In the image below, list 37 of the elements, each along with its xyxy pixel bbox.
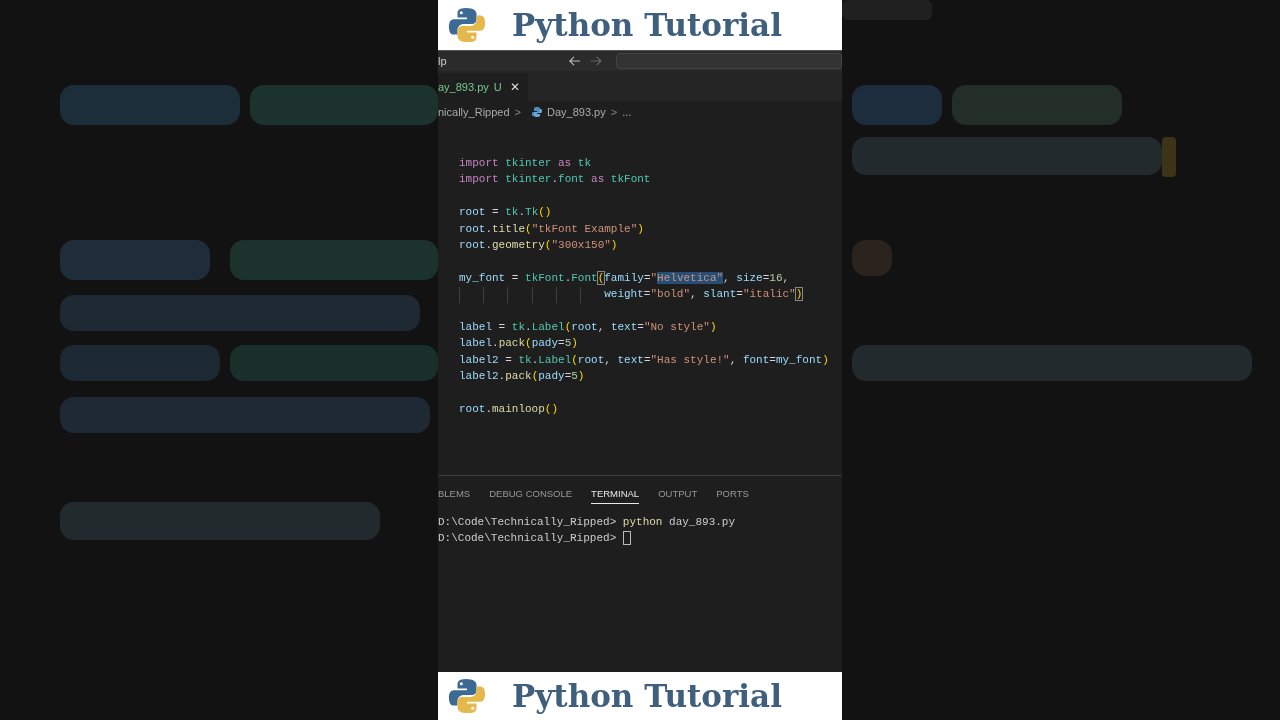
forward-arrow-icon[interactable]	[590, 56, 602, 66]
code-line: label = tk.Label(root, text="No style")	[459, 319, 717, 335]
python-logo-icon	[448, 677, 486, 715]
terminal-argument: day_893.py	[669, 516, 736, 529]
back-arrow-icon[interactable]	[568, 56, 581, 66]
code-line: root.title("tkFont Example")	[459, 221, 644, 237]
python-logo-icon	[448, 6, 486, 44]
code-line: label2.pack(pady=5)	[459, 369, 585, 385]
code-line: root.geometry("300x150")	[459, 237, 618, 253]
code-line: weight="bold", slant="italic")	[604, 287, 803, 303]
search-field[interactable]	[615, 53, 842, 69]
terminal-prompt: D:\Code\Technically_Ripped>	[438, 531, 617, 544]
menu-item[interactable]: lp	[438, 55, 569, 67]
code-line: my_font = tkFont.Font(family="Helvetica", size=16,	[459, 270, 790, 286]
code-line: label2 = tk.Label(root, text="Has style!", font=my_font)	[459, 352, 829, 368]
breadcrumb-separator: >	[514, 106, 521, 118]
breadcrumb-item[interactable]: ...	[622, 106, 632, 118]
code-line: label.pack(pady=5)	[459, 336, 578, 352]
panel-tab[interactable]: PORTS	[716, 484, 749, 503]
editor-tab[interactable]: ay_893.py U ✕	[438, 73, 528, 101]
code-line: root.mainloop()	[459, 401, 559, 417]
panel-tab[interactable]: DEBUG CONSOLE	[489, 484, 573, 503]
terminal-command: python	[622, 516, 663, 529]
banner-title: Python Tutorial	[512, 678, 782, 714]
code-line: import tkinter as tk	[459, 156, 592, 171]
panel-tab[interactable]: BLEMS	[438, 484, 471, 503]
panel-tab[interactable]: OUTPUT	[658, 484, 698, 503]
python-file-icon	[532, 107, 542, 117]
terminal-cursor	[622, 530, 631, 545]
banner-title: Python Tutorial	[512, 7, 782, 43]
code-line: import tkinter.font as tkFont	[459, 172, 651, 188]
panel-tab[interactable]: TERMINAL	[591, 483, 640, 504]
terminal-prompt: D:\Code\Technically_Ripped>	[438, 516, 617, 529]
breadcrumb-item[interactable]: nically_Ripped	[438, 106, 510, 118]
breadcrumb-separator: >	[610, 106, 618, 118]
breadcrumb-item[interactable]: Day_893.py	[547, 106, 606, 118]
code-line: root = tk.Tk()	[459, 205, 552, 221]
